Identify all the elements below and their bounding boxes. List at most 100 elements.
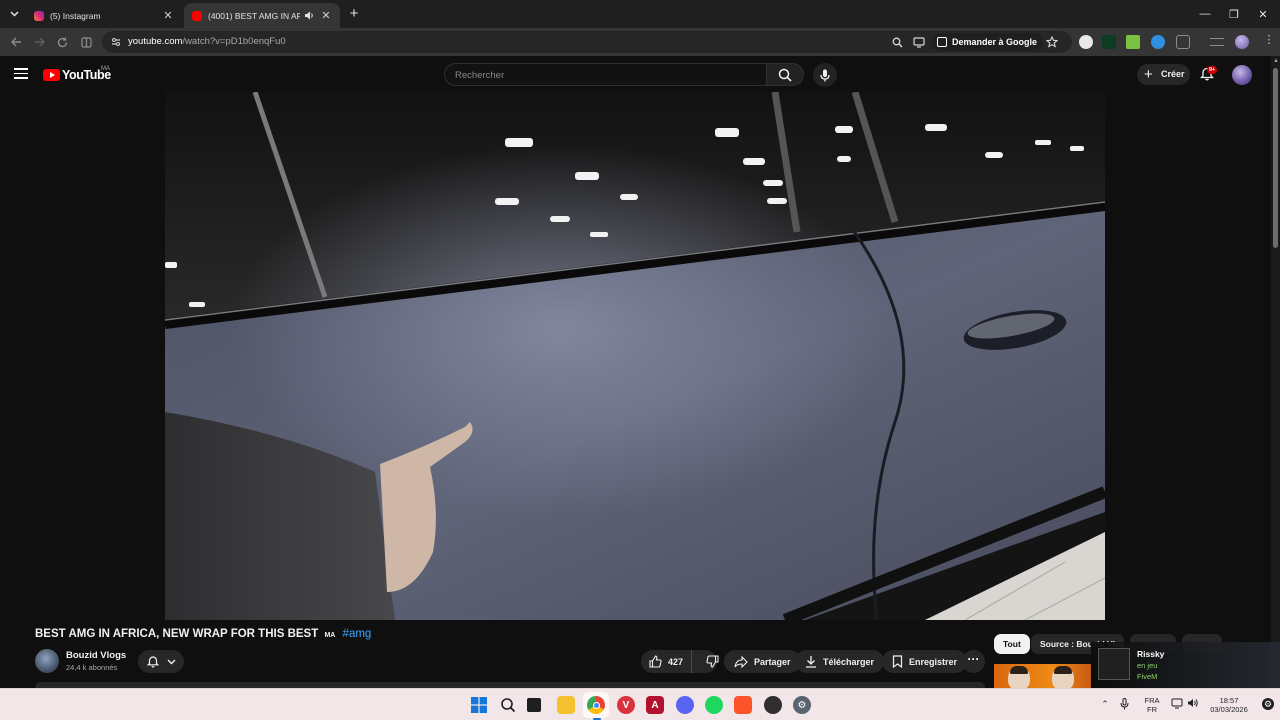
- tab-title: (4001) BEST AMG IN AFRICA: [208, 10, 300, 21]
- game-activity-toast[interactable]: Rissky en jeu FiveM: [1091, 642, 1280, 688]
- close-window-icon[interactable]: ✕: [1246, 0, 1280, 28]
- install-app-icon[interactable]: [912, 35, 926, 49]
- friend-avatar: [1098, 648, 1130, 680]
- extension-shield-icon[interactable]: [1151, 35, 1165, 49]
- terminal-icon[interactable]: [527, 698, 541, 712]
- country-code: MA: [101, 66, 110, 72]
- brave-icon[interactable]: [734, 696, 752, 714]
- save-button[interactable]: Enregistrer: [882, 650, 968, 673]
- search-button[interactable]: [767, 63, 804, 86]
- browser-tab-instagram[interactable]: (5) Instagram ✕: [26, 3, 182, 28]
- like-button[interactable]: 427: [641, 650, 693, 673]
- zoom-icon[interactable]: [890, 35, 904, 49]
- voice-search-button[interactable]: [813, 63, 837, 87]
- channel-name[interactable]: Bouzid Vlogs: [66, 650, 126, 661]
- file-explorer-icon[interactable]: [557, 696, 575, 714]
- chip-all[interactable]: Tout: [994, 634, 1030, 654]
- settings-gear-icon[interactable]: ⚙: [793, 696, 811, 714]
- clock-time: 18:57: [1219, 696, 1239, 705]
- show-hidden-icons-icon[interactable]: ⌃: [1099, 698, 1111, 710]
- download-label: Télécharger: [823, 656, 875, 667]
- keyboard-layout: FR: [1147, 705, 1157, 714]
- thumbnail-face: [1008, 666, 1030, 690]
- subscribed-notifications-button[interactable]: [138, 650, 184, 673]
- back-icon[interactable]: [8, 34, 24, 50]
- create-button[interactable]: + Créer: [1137, 64, 1190, 85]
- friend-name: Rissky: [1137, 649, 1165, 659]
- extension-leaf-icon[interactable]: [1126, 35, 1140, 49]
- ask-google-button[interactable]: Demander à Google: [932, 33, 1044, 51]
- language-code: FRA: [1144, 696, 1160, 705]
- url-text[interactable]: youtube.com/watch?v=pD1b0enqFu0: [128, 36, 286, 47]
- windows-start-icon[interactable]: [470, 696, 488, 714]
- volume-icon[interactable]: [1187, 698, 1199, 710]
- split-view-icon[interactable]: [78, 34, 94, 50]
- discord-icon[interactable]: [676, 696, 694, 714]
- browser-tabstrip: (5) Instagram ✕ (4001) BEST AMG IN AFRIC…: [0, 0, 1280, 28]
- microphone-tray-icon[interactable]: [1120, 698, 1132, 710]
- chrome-icon[interactable]: [587, 696, 605, 714]
- thumbnail-face: [1052, 666, 1074, 690]
- recommended-video-thumbnail[interactable]: [994, 664, 1091, 690]
- more-actions-icon[interactable]: ···: [962, 650, 985, 673]
- friend-status: en jeu: [1137, 661, 1158, 670]
- subscriber-count: 24,4 k abonnés: [66, 663, 118, 672]
- guide-menu-icon[interactable]: [14, 68, 28, 80]
- like-dislike-group: 427: [641, 650, 719, 673]
- channel-avatar[interactable]: [35, 649, 59, 673]
- video-frame: [165, 92, 1105, 620]
- youtube-header: YouTube MA Rechercher + Créer 9+: [0, 56, 1270, 92]
- vivaldi-icon[interactable]: V: [617, 696, 635, 714]
- save-playlist-icon: [892, 655, 903, 668]
- reading-list-icon[interactable]: [1210, 38, 1224, 46]
- chevron-down-icon: [167, 659, 175, 664]
- tab-title: (5) Instagram: [50, 10, 101, 21]
- extensions-puzzle-icon[interactable]: [1176, 35, 1190, 49]
- share-button[interactable]: Partager: [724, 650, 801, 673]
- system-clock[interactable]: 18:57 03/03/2026: [1206, 696, 1252, 714]
- notification-center-icon[interactable]: ⚙: [1262, 698, 1274, 710]
- scroll-up-arrow-icon[interactable]: ▲: [1272, 57, 1280, 65]
- tab-search-menu-icon[interactable]: [6, 6, 22, 22]
- save-label: Enregistrer: [909, 656, 958, 667]
- site-info-icon[interactable]: [110, 36, 122, 48]
- search-input[interactable]: Rechercher: [444, 63, 767, 86]
- network-icon[interactable]: [1171, 698, 1183, 710]
- page-scrollbar[interactable]: [1271, 56, 1280, 688]
- scrollbar-thumb[interactable]: [1273, 68, 1278, 248]
- browser-toolbar: youtube.com/watch?v=pD1b0enqFu0 Demander…: [0, 28, 1280, 56]
- spotify-icon[interactable]: [705, 696, 723, 714]
- search-icon: [778, 68, 792, 82]
- extension-terminal-icon[interactable]: [1102, 35, 1116, 49]
- reload-icon[interactable]: [54, 34, 70, 50]
- bookmark-star-icon[interactable]: [1045, 35, 1059, 49]
- new-tab-icon[interactable]: +: [346, 6, 362, 22]
- close-tab-icon[interactable]: ✕: [162, 10, 174, 22]
- browser-tab-youtube[interactable]: (4001) BEST AMG IN AFRICA ✕: [184, 3, 340, 28]
- notifications-badge: 9+: [1207, 66, 1218, 74]
- morocco-flag-text: MA: [324, 632, 336, 639]
- account-avatar[interactable]: [1232, 65, 1252, 85]
- audio-playing-icon[interactable]: [304, 11, 314, 20]
- profile-avatar-icon[interactable]: [1235, 35, 1249, 49]
- lens-icon: [937, 37, 947, 47]
- ask-google-label: Demander à Google: [952, 37, 1038, 47]
- adobe-acrobat-icon[interactable]: A: [646, 696, 664, 714]
- url-host: youtube.com: [128, 36, 183, 47]
- obs-icon[interactable]: [764, 696, 782, 714]
- download-button[interactable]: Télécharger: [795, 650, 885, 673]
- close-tab-icon[interactable]: ✕: [320, 10, 332, 22]
- dislike-button[interactable]: [698, 650, 727, 673]
- address-bar[interactable]: youtube.com/watch?v=pD1b0enqFu0 Demander…: [102, 31, 1072, 53]
- hashtag-link[interactable]: #amg: [343, 628, 372, 640]
- input-language[interactable]: FRA FR: [1143, 696, 1161, 714]
- like-count: 427: [668, 656, 684, 667]
- share-icon: [734, 655, 748, 668]
- instagram-icon: [34, 10, 44, 21]
- taskbar-search-icon[interactable]: [499, 696, 517, 714]
- video-player[interactable]: [165, 92, 1105, 620]
- forward-icon[interactable]: [31, 34, 47, 50]
- browser-menu-icon[interactable]: ⋮: [1262, 34, 1276, 48]
- thumbs-down-icon: [706, 655, 719, 668]
- extension-ghost-icon[interactable]: [1079, 35, 1093, 49]
